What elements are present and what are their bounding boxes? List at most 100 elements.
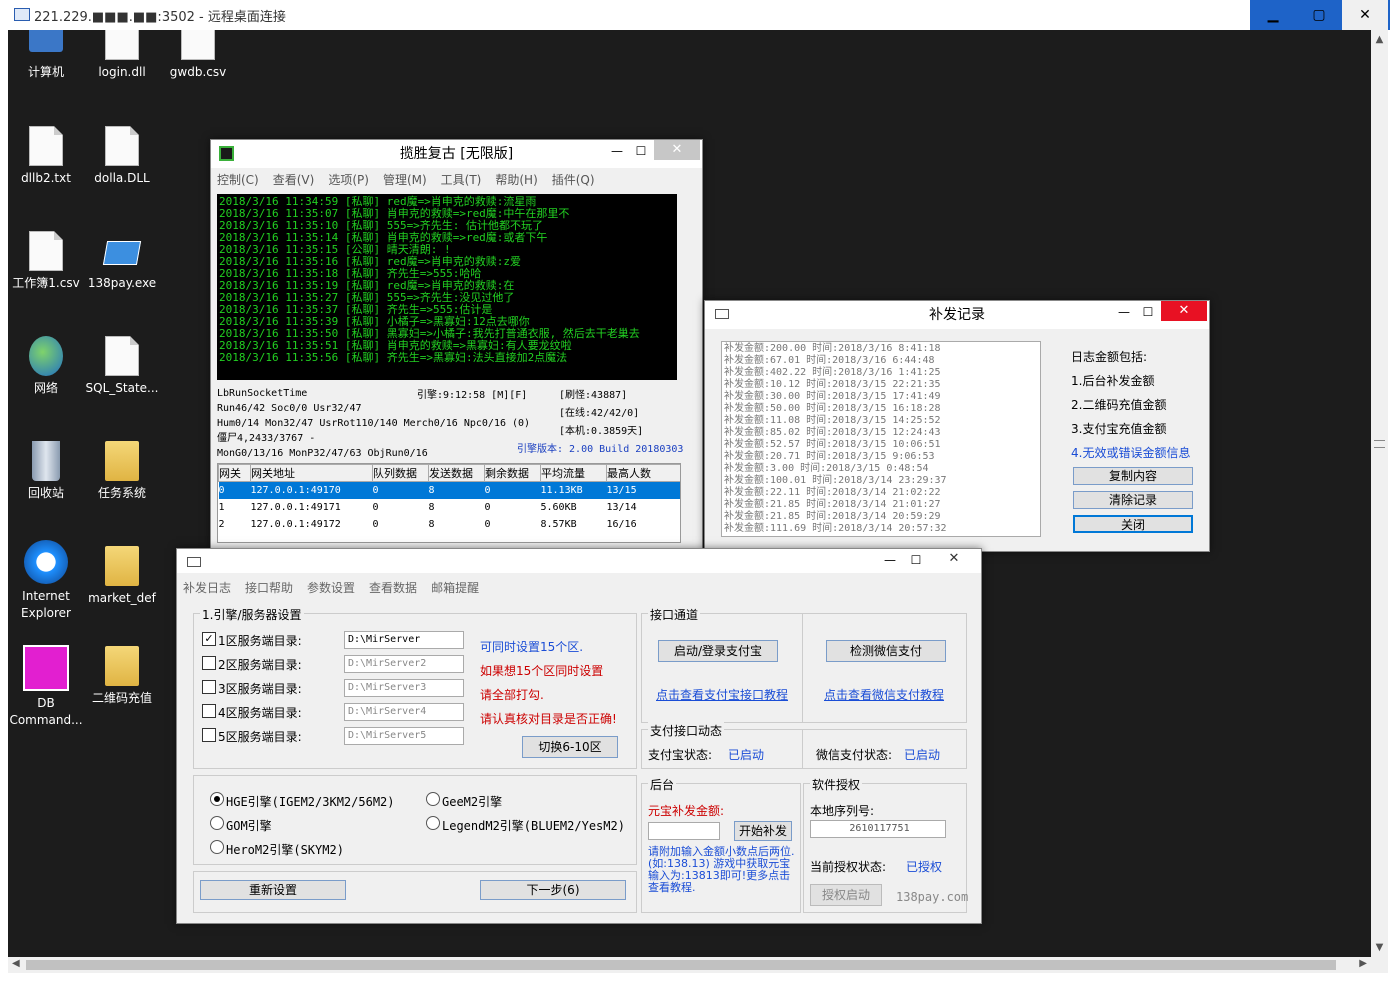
desktop-icon-workbook[interactable]: 工作簿1.csv [9,231,83,292]
wechat-tutorial-link[interactable]: 点击查看微信支付教程 [824,686,944,703]
engine-radio-legendm2[interactable] [426,816,440,830]
close-records-button[interactable]: 关闭 [1073,515,1193,533]
engine-radio-geem2[interactable] [426,792,440,806]
desktop-icon-qrcode[interactable]: 二维码充值 [85,646,159,707]
menu-options[interactable]: 选项(P) [328,171,369,188]
scroll-left-icon[interactable]: ◀ [12,958,20,969]
scroll-up-icon[interactable]: ▲ [1371,34,1388,45]
serial-input[interactable]: 2610117751 [810,820,946,838]
auth-start-button[interactable]: 授权启动 [810,884,882,906]
desktop-icon-sql-state[interactable]: SQL_State... [85,336,159,397]
menu-settings[interactable]: 参数设置 [307,579,355,596]
switch-zone-button[interactable]: 切换6-10区 [522,736,618,758]
desktop-icon-dllb2[interactable]: dllb2.txt [9,126,83,187]
desktop-icon-market-def[interactable]: market_def [85,546,159,607]
pay-titlebar: — ☐ ✕ [177,549,981,573]
wechat-check-button[interactable]: 检测微信支付 [826,640,946,662]
info-line: 3.支付宝充值金额 [1071,422,1167,436]
cell: 127.0.0.1:49170 [250,484,341,496]
alipay-tutorial-link[interactable]: 点击查看支付宝接口教程 [656,686,788,703]
minimize-button[interactable]: ▁ [1250,0,1296,30]
exe-app-icon [102,241,142,265]
start-reissue-button[interactable]: 开始补发 [734,821,792,841]
menu-control[interactable]: 控制(C) [217,171,259,188]
horizontal-scrollbar[interactable]: ◀ ▶ [8,957,1371,973]
server2-path-input[interactable]: D:\MirServer2 [344,655,464,673]
server3-path-input[interactable]: D:\MirServer3 [344,679,464,697]
engine-label: GOM引擎 [226,819,272,833]
desktop-icon-db-command[interactable]: DB Command... [9,645,83,729]
close-button[interactable]: ✕ [1161,301,1207,321]
menu-reissue-log[interactable]: 补发日志 [183,579,231,596]
desktop-icon-gwdb-csv[interactable]: gwdb.csv [161,30,235,81]
desktop-icon-recycle-bin[interactable]: 回收站 [9,441,83,502]
maximize-button[interactable]: ☐ [901,549,931,571]
reset-button[interactable]: 重新设置 [200,880,346,900]
hint-text: 可同时设置15个区. [480,640,584,654]
menu-tools[interactable]: 工具(T) [441,171,482,188]
record-line: 补发金额:100.01 时间:2018/3/14 23:29:37 [724,475,947,486]
desktop-icon-dolla[interactable]: dolla.DLL [85,126,159,187]
icon-label: gwdb.csv [169,65,227,79]
cell: 5.60KB [540,501,577,513]
desktop-icon-ie[interactable]: Internet Explorer [9,540,83,622]
log-scrollbar[interactable] [677,194,694,380]
scroll-down-icon[interactable]: ▼ [1371,942,1388,953]
menu-view-data[interactable]: 查看数据 [369,579,417,596]
vertical-scrollbar[interactable]: ▲ ▼ [1371,30,1388,957]
table-row[interactable]: 1 127.0.0.1:49171 0 8 0 5.60KB 13/14 [219,499,681,516]
menu-help[interactable]: 帮助(H) [495,171,537,188]
desktop-icon-138pay[interactable]: 138pay.exe [85,231,159,292]
maximize-button[interactable]: ☐ [1133,301,1163,323]
server4-checkbox[interactable] [202,704,216,718]
engine-radio-gom[interactable] [210,816,224,830]
alipay-login-button[interactable]: 启动/登录支付宝 [658,640,778,662]
server1-checkbox[interactable]: ✓ [202,632,216,646]
desktop-icon-task-system[interactable]: 任务系统 [85,441,159,502]
scroll-thumb[interactable] [26,960,1336,970]
table-row[interactable]: 0 127.0.0.1:49170 0 8 0 11.13KB 13/15 [218,481,680,499]
menu-email-alert[interactable]: 邮箱提醒 [431,579,479,596]
menu-plugins[interactable]: 插件(Q) [552,171,595,188]
clear-records-button[interactable]: 清除记录 [1073,491,1193,509]
copy-content-button[interactable]: 复制内容 [1073,467,1193,485]
cell: 0 [484,518,491,530]
cell: 13/15 [606,484,637,496]
close-button[interactable]: ✕ [654,140,700,160]
server3-checkbox[interactable] [202,680,216,694]
icon-label: 回收站 [27,486,64,500]
server5-path-input[interactable]: D:\MirServer5 [344,727,464,745]
scroll-right-icon[interactable]: ▶ [1359,958,1367,969]
record-line: 补发金额:50.00 时间:2018/3/15 16:18:28 [724,403,941,414]
server2-checkbox[interactable] [202,656,216,670]
desktop-icon-computer[interactable]: 计算机 [9,30,83,81]
record-line: 补发金额:21.85 时间:2018/3/14 21:01:27 [724,499,941,510]
cell: 0 [218,484,225,496]
hint-text: 请全部打勾. [480,688,544,702]
desktop-icon-login-dll[interactable]: login.dll [85,30,159,81]
license-state-label: 当前授权状态: [810,860,887,874]
maximize-button[interactable]: ☐ [626,140,656,162]
engine-radio-herom2[interactable] [210,840,224,854]
maximize-button[interactable]: ▢ [1296,0,1342,30]
desktop-icon-network[interactable]: 网络 [9,336,83,397]
col-header: 网关地址 [250,464,373,482]
engine-radio-hge[interactable] [210,792,224,806]
serial-label: 本地序列号: [810,804,875,818]
icon-label: SQL_State... [85,381,159,395]
dll-file-icon [105,126,139,166]
amount-input[interactable] [648,822,720,840]
close-button[interactable]: ✕ [1342,0,1388,30]
menu-view[interactable]: 查看(V) [273,171,315,188]
server5-checkbox[interactable] [202,728,216,742]
table-row[interactable]: 2 127.0.0.1:49172 0 8 0 8.57KB 16/16 [219,516,681,533]
server1-path-input[interactable]: D:\MirServer [344,631,464,649]
menu-api-help[interactable]: 接口帮助 [245,579,293,596]
next-step-button[interactable]: 下一步(6) [480,880,626,900]
close-button[interactable]: ✕ [931,549,977,569]
server4-path-input[interactable]: D:\MirServer4 [344,703,464,721]
menu-manage[interactable]: 管理(M) [383,171,427,188]
cell: 0 [372,484,379,496]
status-group: 支付接口动态 支付宝状态: 已启动 微信支付状态: 已启动 [641,722,967,769]
icon-label: dllb2.txt [21,171,71,185]
